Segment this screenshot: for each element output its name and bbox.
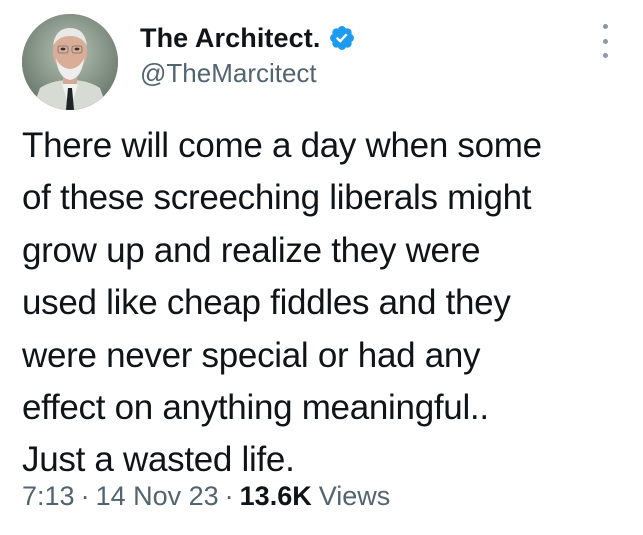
avatar[interactable] [22, 14, 118, 110]
more-dot [602, 38, 608, 44]
tweet-text-line: Just a wasted life. [22, 440, 295, 480]
verified-badge-icon [328, 24, 356, 52]
tweet-text: There will come a day when some of these… [22, 120, 634, 487]
tweet-text-line: There will come a day when some [22, 126, 542, 165]
views-label: Views [318, 481, 391, 511]
tweet-meta: 7:13 · 14 Nov 23 · 13.6K Views [22, 481, 390, 512]
tweet-text-line: grow up and realize they were [22, 230, 481, 270]
meta-separator: · [224, 481, 234, 511]
more-options-icon[interactable] [598, 24, 612, 58]
author-name-row[interactable]: The Architect. [140, 20, 356, 56]
avatar-image [22, 14, 118, 110]
views-count: 13.6K [239, 481, 312, 511]
tweet-text-line: of these screeching liberals might [22, 178, 532, 218]
tweet-date[interactable]: 14 Nov 23 [96, 481, 219, 512]
more-dot [602, 24, 608, 29]
author-handle[interactable]: @TheMarcitect [140, 58, 317, 89]
tweet-text-line: used like cheap fiddles and they [22, 283, 511, 323]
tweet-card: The Architect. @TheMarcitect There will … [0, 0, 643, 535]
tweet-text-line: were never special or had any [22, 335, 481, 375]
tweet-time[interactable]: 7:13 [22, 481, 75, 512]
tweet-text-line: effect on anything meaningful.. [22, 388, 489, 428]
author-display-name[interactable]: The Architect. [140, 23, 320, 54]
meta-separator: · [80, 481, 90, 511]
more-dot [602, 53, 608, 58]
